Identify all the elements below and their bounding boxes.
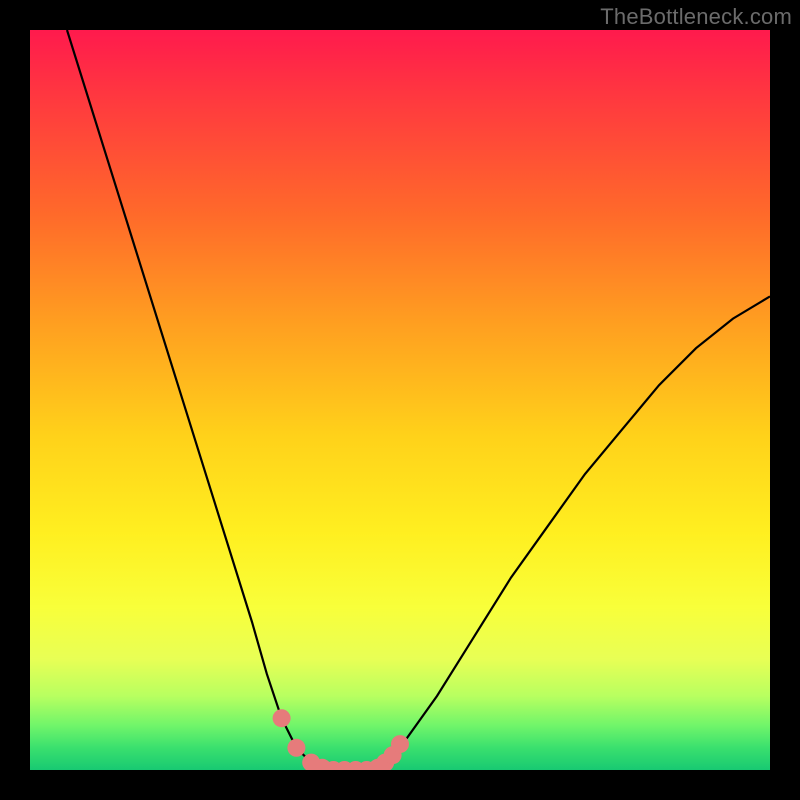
fit-marker: [324, 761, 342, 770]
chart-plot-area: [30, 30, 770, 770]
fit-marker: [376, 754, 394, 770]
fit-marker: [336, 761, 354, 770]
curve-line: [67, 30, 770, 770]
watermark-text: TheBottleneck.com: [600, 4, 792, 30]
fit-marker: [369, 759, 387, 770]
fit-marker: [391, 735, 409, 753]
fit-zone-markers: [273, 709, 409, 770]
fit-marker: [358, 761, 376, 770]
bottleneck-curve: [67, 30, 770, 770]
chart-svg: [30, 30, 770, 770]
fit-marker: [302, 754, 320, 770]
fit-marker: [347, 761, 365, 770]
fit-marker: [273, 709, 291, 727]
fit-marker: [384, 746, 402, 764]
chart-frame: TheBottleneck.com: [0, 0, 800, 800]
fit-marker: [287, 739, 305, 757]
fit-marker: [313, 759, 331, 770]
